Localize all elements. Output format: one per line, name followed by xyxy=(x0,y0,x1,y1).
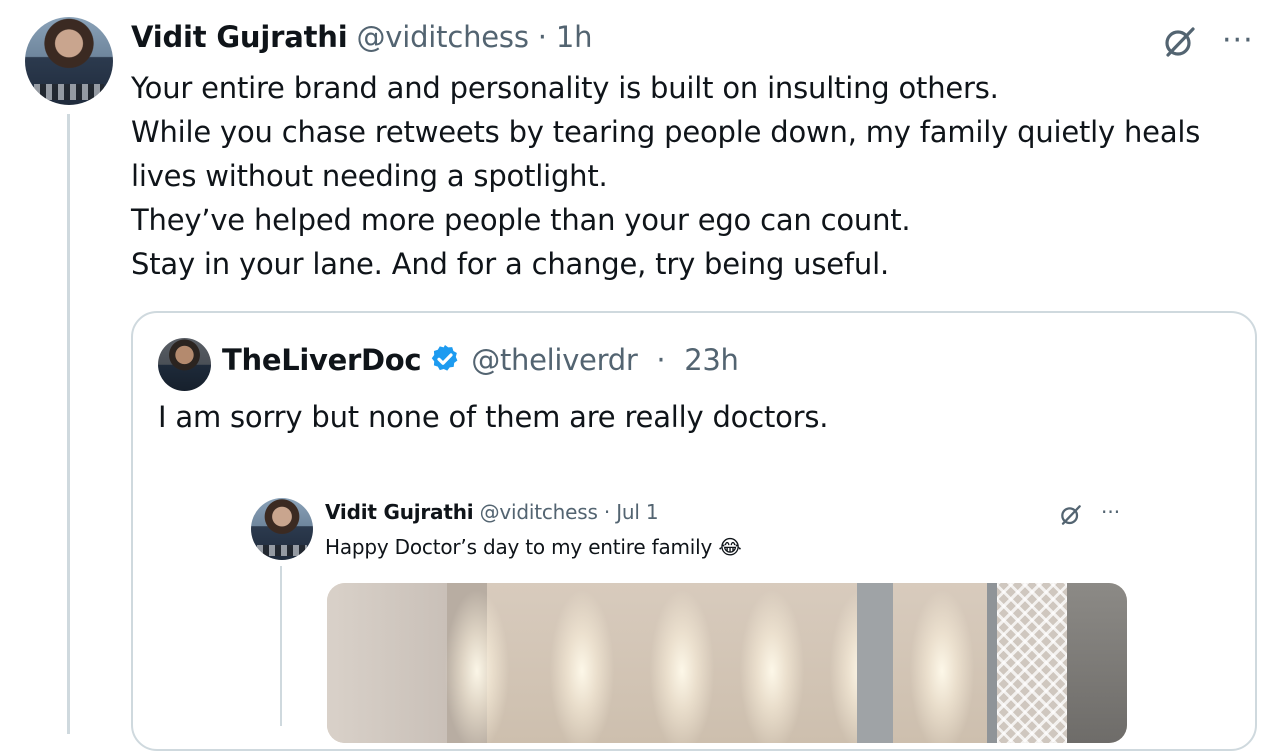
tweet-header: Vidit Gujrathi @viditchess · 1h xyxy=(131,20,592,54)
more-icon: ··· xyxy=(1101,500,1121,524)
photo-wall-light xyxy=(547,583,617,743)
quoted-avatar[interactable] xyxy=(158,338,211,391)
quoted-username[interactable]: @theliverdr xyxy=(471,343,637,377)
tweet-text: Your entire brand and personality is bui… xyxy=(131,66,1241,286)
photo-wall-light xyxy=(647,583,717,743)
avatar-chessboard xyxy=(33,83,105,100)
tweet-line: lives without needing a spotlight. xyxy=(131,159,608,193)
grok-icon[interactable] xyxy=(1162,24,1198,60)
quoted-header: TheLiverDoc @theliverdr · 23h xyxy=(222,343,739,377)
photo-wall-panel xyxy=(857,583,893,743)
nested-header: Vidit Gujrathi @viditchess · Jul 1 xyxy=(325,500,659,524)
username[interactable]: @viditchess xyxy=(356,20,528,54)
timestamp[interactable]: 1h xyxy=(556,20,593,54)
nested-tweet-photo xyxy=(327,583,1127,743)
thread-line xyxy=(67,114,70,734)
quoted-display-name[interactable]: TheLiverDoc xyxy=(222,343,422,377)
nested-thread-line xyxy=(280,566,282,726)
photo-wall-light xyxy=(907,583,977,743)
photo-wall-light xyxy=(442,583,512,743)
grok-icon xyxy=(1061,505,1081,525)
photo-wall-panel xyxy=(1067,583,1127,743)
quoted-timestamp[interactable]: 23h xyxy=(684,343,739,377)
quoted-tweet-text: I am sorry but none of them are really d… xyxy=(158,400,829,434)
tweet-line: Stay in your lane. And for a change, try… xyxy=(131,247,889,281)
avatar[interactable] xyxy=(25,17,113,105)
dot-separator: · xyxy=(656,343,666,377)
avatar-chessboard xyxy=(257,545,307,557)
nested-tweet-text: Happy Doctor’s day to my entire family 😂 xyxy=(325,535,742,559)
photo-wall-panel xyxy=(327,583,447,743)
photo-lattice-screen xyxy=(997,583,1067,743)
tweet-line: Your entire brand and personality is bui… xyxy=(131,71,999,105)
tweet-line: They’ve helped more people than your ego… xyxy=(131,203,911,237)
nested-avatar xyxy=(251,498,313,560)
verified-badge-icon xyxy=(432,345,458,371)
tweet-line: While you chase retweets by tearing peop… xyxy=(131,115,1201,149)
dot-separator: · xyxy=(537,20,547,54)
display-name[interactable]: Vidit Gujrathi xyxy=(131,20,348,54)
dot-separator: · xyxy=(603,500,611,524)
photo-wall-light xyxy=(737,583,807,743)
nested-username: @viditchess xyxy=(479,500,598,524)
nested-timestamp: Jul 1 xyxy=(616,500,659,524)
more-icon[interactable]: ··· xyxy=(1222,26,1254,56)
nested-display-name: Vidit Gujrathi xyxy=(325,500,474,524)
